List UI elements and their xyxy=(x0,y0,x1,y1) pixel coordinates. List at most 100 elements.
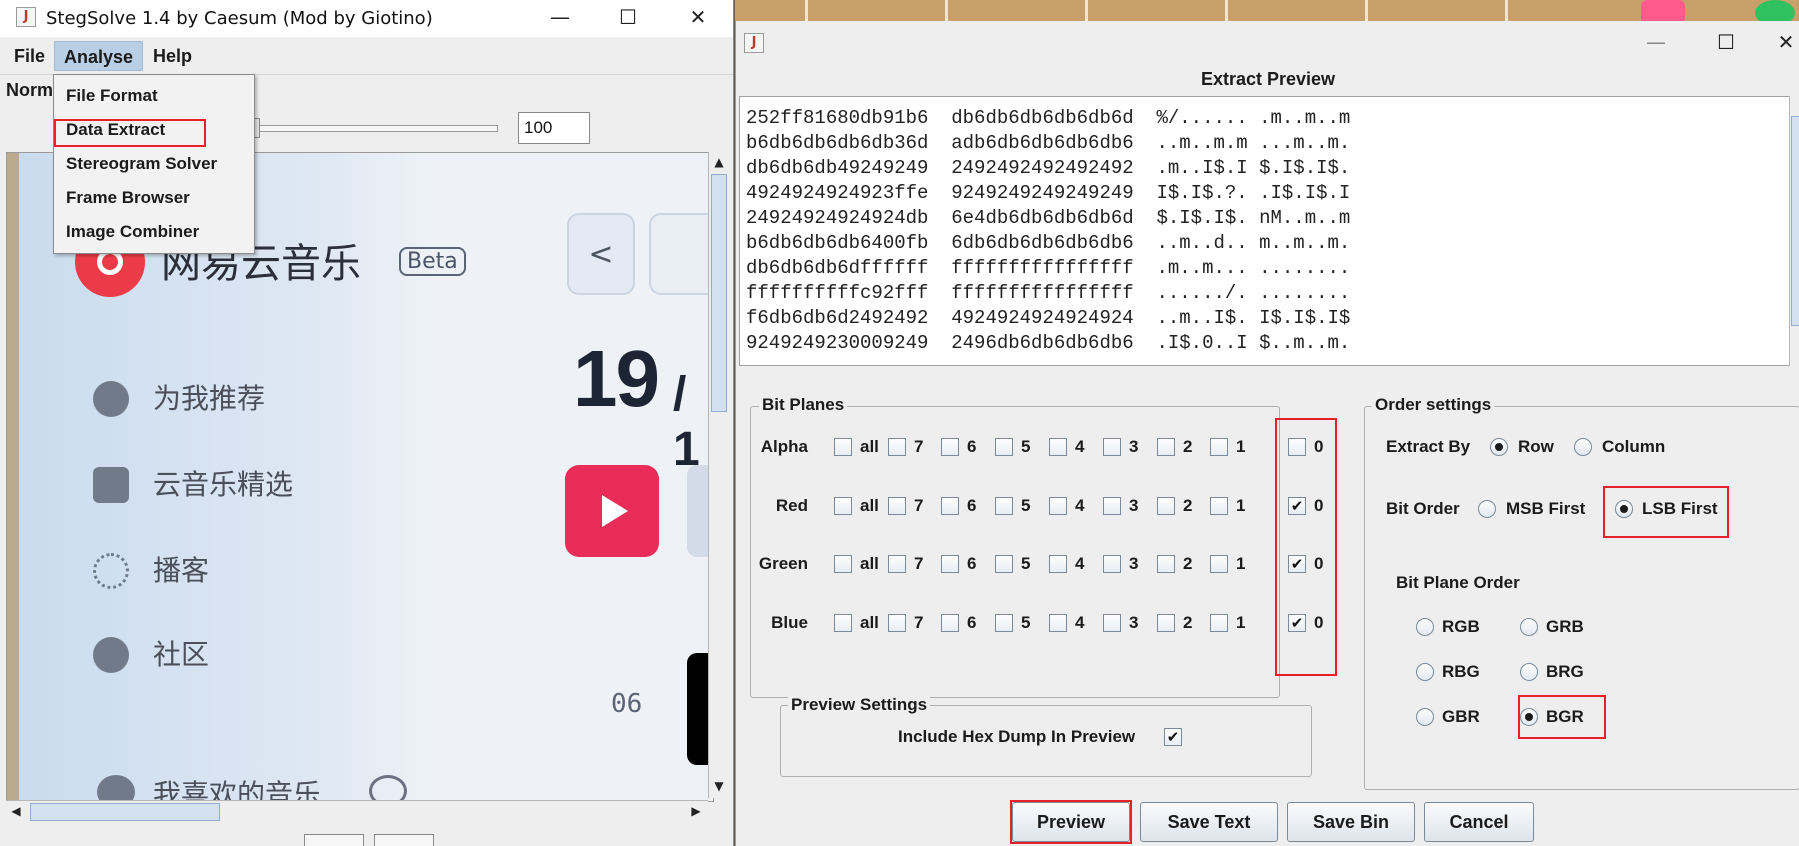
extract-preview-text[interactable]: 252ff81680db91b6 db6db6db6db6db6d %/....… xyxy=(739,96,1793,366)
hex-dump-checkbox[interactable]: ✔ xyxy=(1164,728,1182,746)
plane-order-gbr-label: GBR xyxy=(1442,707,1480,726)
bit-plane-bit-label: 4 xyxy=(1075,613,1085,632)
bit-plane-checkbox[interactable] xyxy=(995,497,1013,515)
bit-plane-checkbox[interactable] xyxy=(1157,438,1175,456)
heart-icon xyxy=(97,775,135,801)
bit-order-lsb-radio[interactable] xyxy=(1615,500,1633,518)
bit-plane-bit-label: all xyxy=(860,554,879,573)
bit-plane-bit-label: all xyxy=(860,496,879,515)
bit-plane-checkbox[interactable] xyxy=(1157,497,1175,515)
play-icon xyxy=(602,495,628,527)
bit-plane-checkbox[interactable] xyxy=(941,614,959,632)
bit-order-msb-label: MSB First xyxy=(1506,499,1586,518)
date-month: / 1 xyxy=(673,368,700,476)
bit-plane-bit-label: 1 xyxy=(1236,554,1246,573)
analyse-dropdown-menu: File Format Data Extract Stereogram Solv… xyxy=(53,74,255,254)
small-number: 06 xyxy=(611,689,643,719)
zoom-slider[interactable] xyxy=(252,118,498,138)
bit-plane-checkbox[interactable] xyxy=(941,438,959,456)
bit-plane-checkbox[interactable] xyxy=(941,555,959,573)
bit-plane-checkbox[interactable] xyxy=(1049,497,1067,515)
bit-plane-checkbox[interactable] xyxy=(888,497,906,515)
extract-by-column-label: Column xyxy=(1602,437,1666,456)
bit-plane-checkbox[interactable] xyxy=(995,614,1013,632)
hex-line: ffffffffffc92fff ffffffffffffffff ......… xyxy=(746,282,1351,304)
plane-order-rgb-radio[interactable] xyxy=(1416,618,1434,636)
plane-order-brg-radio[interactable] xyxy=(1520,663,1538,681)
bit-plane-checkbox[interactable] xyxy=(1157,555,1175,573)
cancel-button[interactable]: Cancel xyxy=(1424,802,1534,842)
save-text-button[interactable]: Save Text xyxy=(1140,802,1278,842)
scroll-right-icon[interactable]: ▶ xyxy=(686,801,706,821)
bit-plane-checkbox[interactable] xyxy=(888,555,906,573)
bit-plane-checkbox[interactable] xyxy=(1103,555,1121,573)
bit-plane-checkbox[interactable] xyxy=(1210,555,1228,573)
close-icon[interactable]: ✕ xyxy=(1766,25,1799,59)
plane-order-grb-radio[interactable] xyxy=(1520,618,1538,636)
menu-file[interactable]: File xyxy=(5,41,54,71)
plane-order-gbr-radio[interactable] xyxy=(1416,708,1434,726)
bit-plane-row-label: Green xyxy=(758,554,808,573)
bit-plane-checkbox[interactable] xyxy=(1103,614,1121,632)
menu-item-data-extract[interactable]: Data Extract xyxy=(66,120,165,140)
dialog-title: Extract Preview xyxy=(1200,69,1336,89)
scroll-down-icon[interactable]: ▼ xyxy=(709,776,729,796)
plane-order-bgr-radio[interactable] xyxy=(1520,708,1538,726)
bit-plane-bit-label: 4 xyxy=(1075,554,1085,573)
bit-plane-checkbox[interactable] xyxy=(888,438,906,456)
back-button: < xyxy=(567,213,635,295)
bit-plane-bit-label: 4 xyxy=(1075,496,1085,515)
menu-item-frame-browser[interactable]: Frame Browser xyxy=(66,188,190,208)
menu-item-stereogram-solver[interactable]: Stereogram Solver xyxy=(66,154,217,174)
bit-plane-checkbox[interactable] xyxy=(1103,497,1121,515)
vertical-scroll-thumb[interactable] xyxy=(711,174,727,412)
bit-plane-checkbox[interactable] xyxy=(1049,614,1067,632)
menu-help[interactable]: Help xyxy=(144,41,201,71)
save-bin-button[interactable]: Save Bin xyxy=(1287,802,1415,842)
zoom-input[interactable]: 100 xyxy=(518,112,590,144)
horizontal-scrollbar[interactable]: ◀ ▶ xyxy=(6,800,708,822)
extract-by-row-radio[interactable] xyxy=(1490,438,1508,456)
bit-plane-checkbox[interactable] xyxy=(834,555,852,573)
play-button xyxy=(565,465,659,557)
bit-plane-bit-label: 4 xyxy=(1075,437,1085,456)
menu-item-file-format[interactable]: File Format xyxy=(66,86,158,106)
bit-plane-checkbox[interactable] xyxy=(834,614,852,632)
bit-plane-checkbox[interactable] xyxy=(1157,614,1175,632)
bit-plane-checkbox[interactable] xyxy=(941,497,959,515)
bit-plane-checkbox[interactable] xyxy=(1103,438,1121,456)
bit-plane-checkbox[interactable] xyxy=(834,497,852,515)
extract-by-column-radio[interactable] xyxy=(1574,438,1592,456)
preview-scrollbar[interactable] xyxy=(1789,96,1799,366)
preview-scroll-thumb[interactable] xyxy=(1791,116,1799,326)
bit-plane-checkbox[interactable] xyxy=(834,438,852,456)
plane-order-rgb-label: RGB xyxy=(1442,617,1480,636)
music-note-icon xyxy=(93,467,129,503)
scroll-left-icon[interactable]: ◀ xyxy=(6,801,26,821)
bit-plane-checkbox[interactable] xyxy=(1210,438,1228,456)
bit-plane-checkbox[interactable] xyxy=(1210,497,1228,515)
bit-plane-checkbox[interactable] xyxy=(995,555,1013,573)
menu-item-image-combiner[interactable]: Image Combiner xyxy=(66,222,199,242)
scroll-up-icon[interactable]: ▲ xyxy=(709,152,729,172)
maximize-icon[interactable]: ☐ xyxy=(1706,25,1746,59)
bit-plane-checkbox[interactable] xyxy=(995,438,1013,456)
next-button[interactable] xyxy=(374,834,434,846)
horizontal-scroll-thumb[interactable] xyxy=(30,803,220,821)
maximize-icon[interactable]: ☐ xyxy=(608,0,648,34)
previous-button[interactable] xyxy=(304,834,364,846)
minimize-icon[interactable]: — xyxy=(1636,25,1676,59)
plane-order-rbg-radio[interactable] xyxy=(1416,663,1434,681)
vertical-scrollbar[interactable]: ▲ ▼ xyxy=(708,152,730,798)
minimize-icon[interactable]: — xyxy=(540,0,580,34)
bit-order-msb-radio[interactable] xyxy=(1478,500,1496,518)
menu-analyse[interactable]: Analyse xyxy=(54,41,144,71)
bit-plane-checkbox[interactable] xyxy=(1049,555,1067,573)
bit-plane-checkbox[interactable] xyxy=(1210,614,1228,632)
bit-plane-checkbox[interactable] xyxy=(888,614,906,632)
bit-plane-checkbox[interactable] xyxy=(1049,438,1067,456)
preview-button[interactable]: Preview xyxy=(1012,802,1130,842)
podcast-icon xyxy=(93,553,129,589)
close-icon[interactable]: ✕ xyxy=(678,0,718,34)
bit-plane-bit-label: 6 xyxy=(967,554,977,573)
